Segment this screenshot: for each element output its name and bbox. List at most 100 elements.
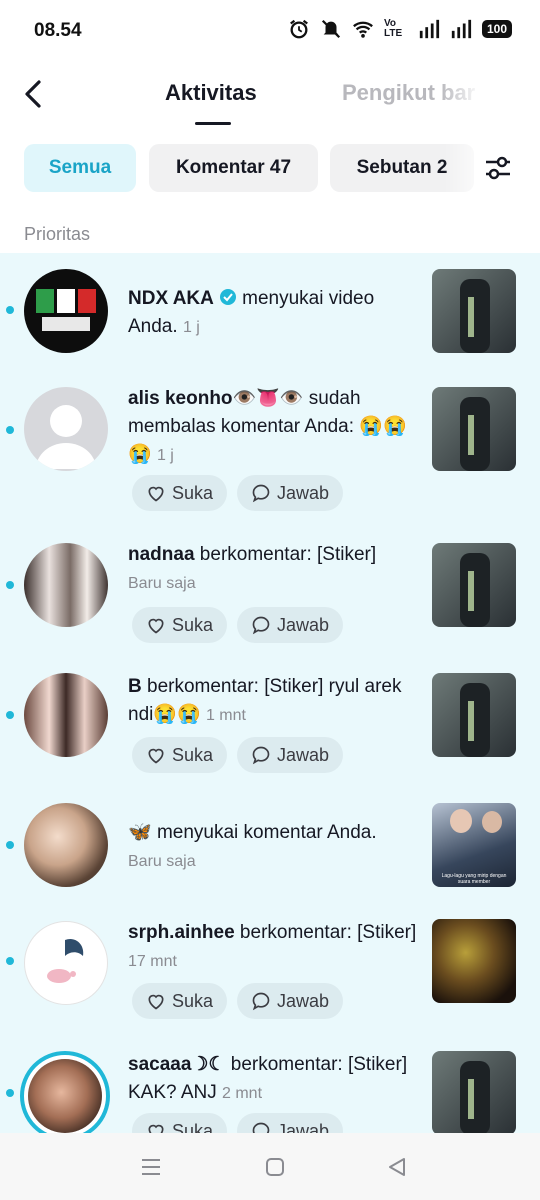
section-title: Prioritas [24, 224, 91, 244]
filter-sliders-icon[interactable] [484, 154, 512, 182]
status-bar: 08.54 Vo LTE 100 [0, 0, 540, 60]
video-thumbnail[interactable] [432, 1051, 516, 1133]
like-button[interactable]: Suka [132, 983, 228, 1019]
status-icons: Vo LTE 100 [288, 18, 512, 40]
avatar [28, 1059, 102, 1133]
activity-text: berkomentar: [Stiker] [234, 922, 417, 943]
unread-dot [6, 711, 14, 719]
whale-turtle-icon [47, 938, 84, 983]
heart-icon [148, 748, 164, 764]
reply-label: Jawab [277, 482, 330, 503]
filter-chips: Semua Komentar 47 Sebutan 2 [24, 144, 540, 192]
timestamp: 1 j [156, 447, 174, 464]
video-thumbnail[interactable] [432, 543, 516, 627]
default-avatar-icon [36, 405, 96, 469]
reply-button[interactable]: Jawab [237, 983, 344, 1019]
username[interactable]: srph.ainhee [128, 922, 235, 943]
username[interactable]: B [128, 676, 142, 697]
avatar[interactable] [24, 803, 108, 887]
username[interactable]: alis keonho👁️👅👁️ [128, 388, 304, 409]
volte-label: Vo LTE [383, 18, 403, 39]
battery-indicator: 100 [481, 20, 512, 38]
reply-button[interactable]: Jawab [237, 1113, 344, 1134]
unread-dot [6, 841, 14, 849]
like-label: Suka [172, 482, 214, 503]
list-item[interactable]: NDX AKA menyukai video Anda. 1 j [0, 253, 540, 373]
like-button[interactable]: Suka [132, 475, 228, 511]
video-thumbnail[interactable] [432, 269, 516, 353]
ndx-logo-icon [36, 289, 96, 331]
avatar[interactable] [24, 543, 108, 627]
back-icon[interactable] [386, 1156, 408, 1178]
avatar[interactable] [24, 921, 108, 1005]
reply-label: Jawab [277, 1120, 330, 1134]
video-thumbnail[interactable]: Lagu-lagu yang mirip dengan suara member [432, 803, 516, 887]
comment-icon [252, 746, 270, 765]
unread-dot [6, 426, 14, 434]
signal-2-icon [451, 19, 472, 39]
list-item[interactable]: alis keonho👁️👅👁️ sudah membalas komentar… [0, 373, 540, 523]
comment-actions: Suka Jawab [132, 607, 344, 643]
signal-icon [419, 19, 440, 39]
list-item[interactable]: srph.ainhee berkomentar: [Stiker] 17 mnt… [0, 903, 540, 1033]
like-label: Suka [172, 1120, 214, 1134]
unread-dot [6, 1089, 14, 1097]
list-item[interactable]: 🦋 menyukai komentar Anda. Baru saja Lagu… [0, 783, 540, 903]
like-button[interactable]: Suka [132, 1113, 228, 1134]
home-icon[interactable] [264, 1156, 286, 1178]
list-item[interactable]: B berkomentar: [Stiker] ryul arek ndi😭😭 … [0, 653, 540, 783]
comment-actions: Suka Jawab [132, 983, 344, 1019]
back-arrow-icon[interactable] [18, 78, 50, 110]
timestamp: 2 mnt [222, 1085, 263, 1102]
avatar-story-ring[interactable] [20, 1051, 110, 1133]
username[interactable]: nadnaa [128, 544, 195, 565]
system-nav-bar [0, 1133, 540, 1200]
activity-text: berkomentar: [Stiker] [194, 544, 377, 565]
video-thumbnail[interactable] [432, 387, 516, 471]
avatar[interactable] [24, 673, 108, 757]
comment-icon [252, 484, 270, 503]
heart-icon [148, 486, 164, 502]
reply-label: Jawab [277, 744, 330, 765]
filter-all[interactable]: Semua [24, 144, 136, 192]
heart-icon [148, 1124, 164, 1133]
activity-text: menyukai komentar Anda. [151, 822, 377, 843]
unread-dot [6, 581, 14, 589]
like-label: Suka [172, 744, 214, 765]
tab-activity[interactable]: Aktivitas [165, 80, 257, 106]
heart-icon [148, 618, 164, 634]
reply-button[interactable]: Jawab [237, 737, 344, 773]
unread-dot [6, 306, 14, 314]
username[interactable]: NDX AKA [128, 288, 214, 309]
filter-comments[interactable]: Komentar 47 [149, 144, 318, 192]
timestamp: 1 j [182, 319, 200, 336]
timestamp: 17 mnt [128, 953, 177, 970]
reply-button[interactable]: Jawab [237, 607, 344, 643]
username[interactable]: 🦋 [128, 822, 152, 843]
video-thumbnail[interactable] [432, 919, 516, 1003]
tab-new-followers[interactable]: Pengikut bar [342, 80, 482, 106]
comment-icon [252, 1122, 270, 1133]
wifi-icon [353, 21, 373, 38]
avatar[interactable] [24, 269, 108, 353]
timestamp: Baru saja [128, 575, 196, 592]
comment-actions: Suka Jawab [132, 475, 344, 511]
thumbnail-caption: Lagu-lagu yang mirip dengan suara member [441, 873, 507, 885]
unread-dot [6, 957, 14, 965]
comment-icon [252, 616, 270, 635]
video-thumbnail[interactable] [432, 673, 516, 757]
reply-button[interactable]: Jawab [237, 475, 344, 511]
like-button[interactable]: Suka [132, 737, 228, 773]
tab-underline [195, 122, 231, 125]
header: Aktivitas Pengikut bar [0, 60, 540, 132]
like-label: Suka [172, 614, 214, 635]
list-item[interactable]: nadnaa berkomentar: [Stiker] Baru saja S… [0, 523, 540, 653]
list-item[interactable]: sacaaa☽☾ berkomentar: [Stiker] KAK? ANJ … [0, 1033, 540, 1133]
avatar[interactable] [24, 387, 108, 471]
username[interactable]: sacaaa☽☾ [128, 1054, 225, 1075]
like-button[interactable]: Suka [132, 607, 228, 643]
comment-icon [252, 992, 270, 1011]
alarm-icon [290, 19, 308, 39]
timestamp: 1 mnt [205, 707, 246, 724]
menu-icon[interactable] [140, 1156, 162, 1178]
